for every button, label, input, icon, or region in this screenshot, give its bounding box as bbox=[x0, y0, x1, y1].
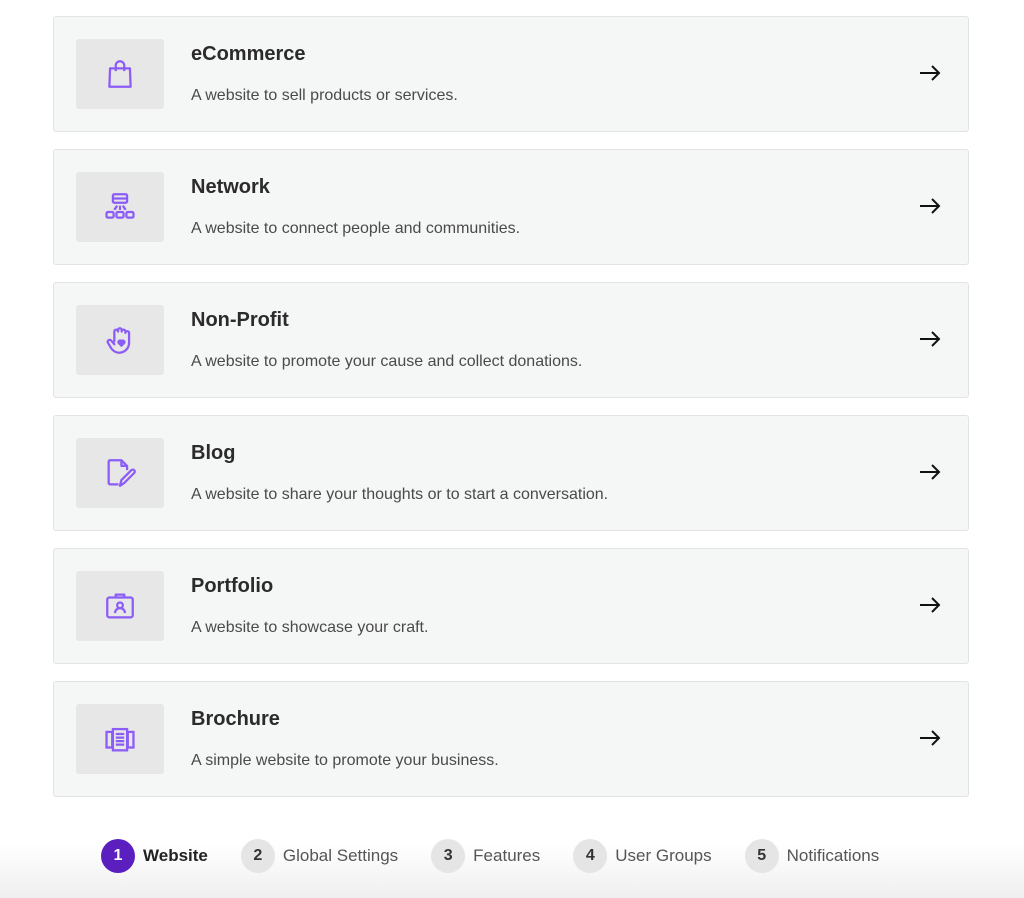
icon-box bbox=[76, 172, 164, 242]
icon-box bbox=[76, 571, 164, 641]
site-type-list: eCommerce A website to sell products or … bbox=[53, 16, 969, 814]
site-type-card-blog[interactable]: Blog A website to share your thoughts or… bbox=[53, 415, 969, 531]
arrow-right-icon[interactable] bbox=[918, 63, 942, 83]
step-number: 1 bbox=[101, 839, 135, 873]
card-description: A website to share your thoughts or to s… bbox=[191, 486, 609, 503]
site-type-card-network[interactable]: Network A website to connect people and … bbox=[53, 149, 969, 265]
site-type-card-ecommerce[interactable]: eCommerce A website to sell products or … bbox=[53, 16, 969, 132]
arrow-right-icon[interactable] bbox=[918, 728, 942, 748]
arrow-right-icon[interactable] bbox=[918, 595, 942, 615]
icon-box bbox=[76, 704, 164, 774]
step-label: User Groups bbox=[615, 846, 712, 865]
shopping-bag-icon bbox=[108, 60, 132, 88]
step-label: Global Settings bbox=[282, 846, 399, 865]
arrow-right-icon[interactable] bbox=[918, 196, 942, 216]
card-title: Network bbox=[191, 176, 270, 198]
step-label: Notifications bbox=[786, 846, 880, 865]
card-description: A simple website to promote your busines… bbox=[191, 752, 499, 769]
step-features[interactable]: 3 Features bbox=[431, 839, 540, 873]
network-hierarchy-icon bbox=[105, 193, 135, 219]
card-description: A website to showcase your craft. bbox=[191, 619, 429, 636]
icon-box bbox=[76, 39, 164, 109]
step-user-groups[interactable]: 4 User Groups bbox=[573, 839, 712, 873]
step-label: Features bbox=[473, 846, 541, 865]
brochure-icon bbox=[105, 727, 135, 752]
site-type-card-portfolio[interactable]: Portfolio A website to showcase your cra… bbox=[53, 548, 969, 664]
step-number: 5 bbox=[744, 839, 779, 873]
icon-box bbox=[76, 438, 164, 508]
card-description: A website to sell products or services. bbox=[191, 87, 458, 104]
portfolio-briefcase-icon bbox=[106, 593, 134, 619]
step-number: 2 bbox=[240, 839, 275, 873]
icon-box bbox=[76, 305, 164, 375]
steps-list: 1 Website 2 Global Settings 3 Features 4… bbox=[101, 839, 912, 873]
step-notifications[interactable]: 5 Notifications bbox=[744, 839, 880, 873]
card-title: eCommerce bbox=[191, 43, 306, 65]
step-number: 4 bbox=[573, 839, 608, 873]
document-edit-icon bbox=[107, 459, 136, 487]
arrow-right-icon[interactable] bbox=[918, 462, 942, 482]
step-global-settings[interactable]: 2 Global Settings bbox=[240, 839, 399, 873]
card-title: Portfolio bbox=[191, 575, 274, 597]
arrow-right-icon[interactable] bbox=[918, 329, 942, 349]
card-description: A website to connect people and communit… bbox=[191, 220, 521, 237]
step-number: 3 bbox=[431, 839, 466, 873]
step-label: Website bbox=[143, 846, 208, 865]
card-title: Non-Profit bbox=[191, 309, 289, 331]
site-type-card-non-profit[interactable]: Non-Profit A website to promote your cau… bbox=[53, 282, 969, 398]
setup-stepper: 1 Website 2 Global Settings 3 Features 4… bbox=[0, 815, 1024, 898]
site-type-card-brochure[interactable]: Brochure A simple website to promote you… bbox=[53, 681, 969, 797]
card-title: Blog bbox=[191, 442, 236, 464]
card-description: A website to promote your cause and coll… bbox=[191, 353, 583, 370]
hand-heart-icon bbox=[106, 327, 131, 354]
step-website[interactable]: 1 Website bbox=[101, 839, 208, 873]
card-title: Brochure bbox=[191, 708, 280, 730]
